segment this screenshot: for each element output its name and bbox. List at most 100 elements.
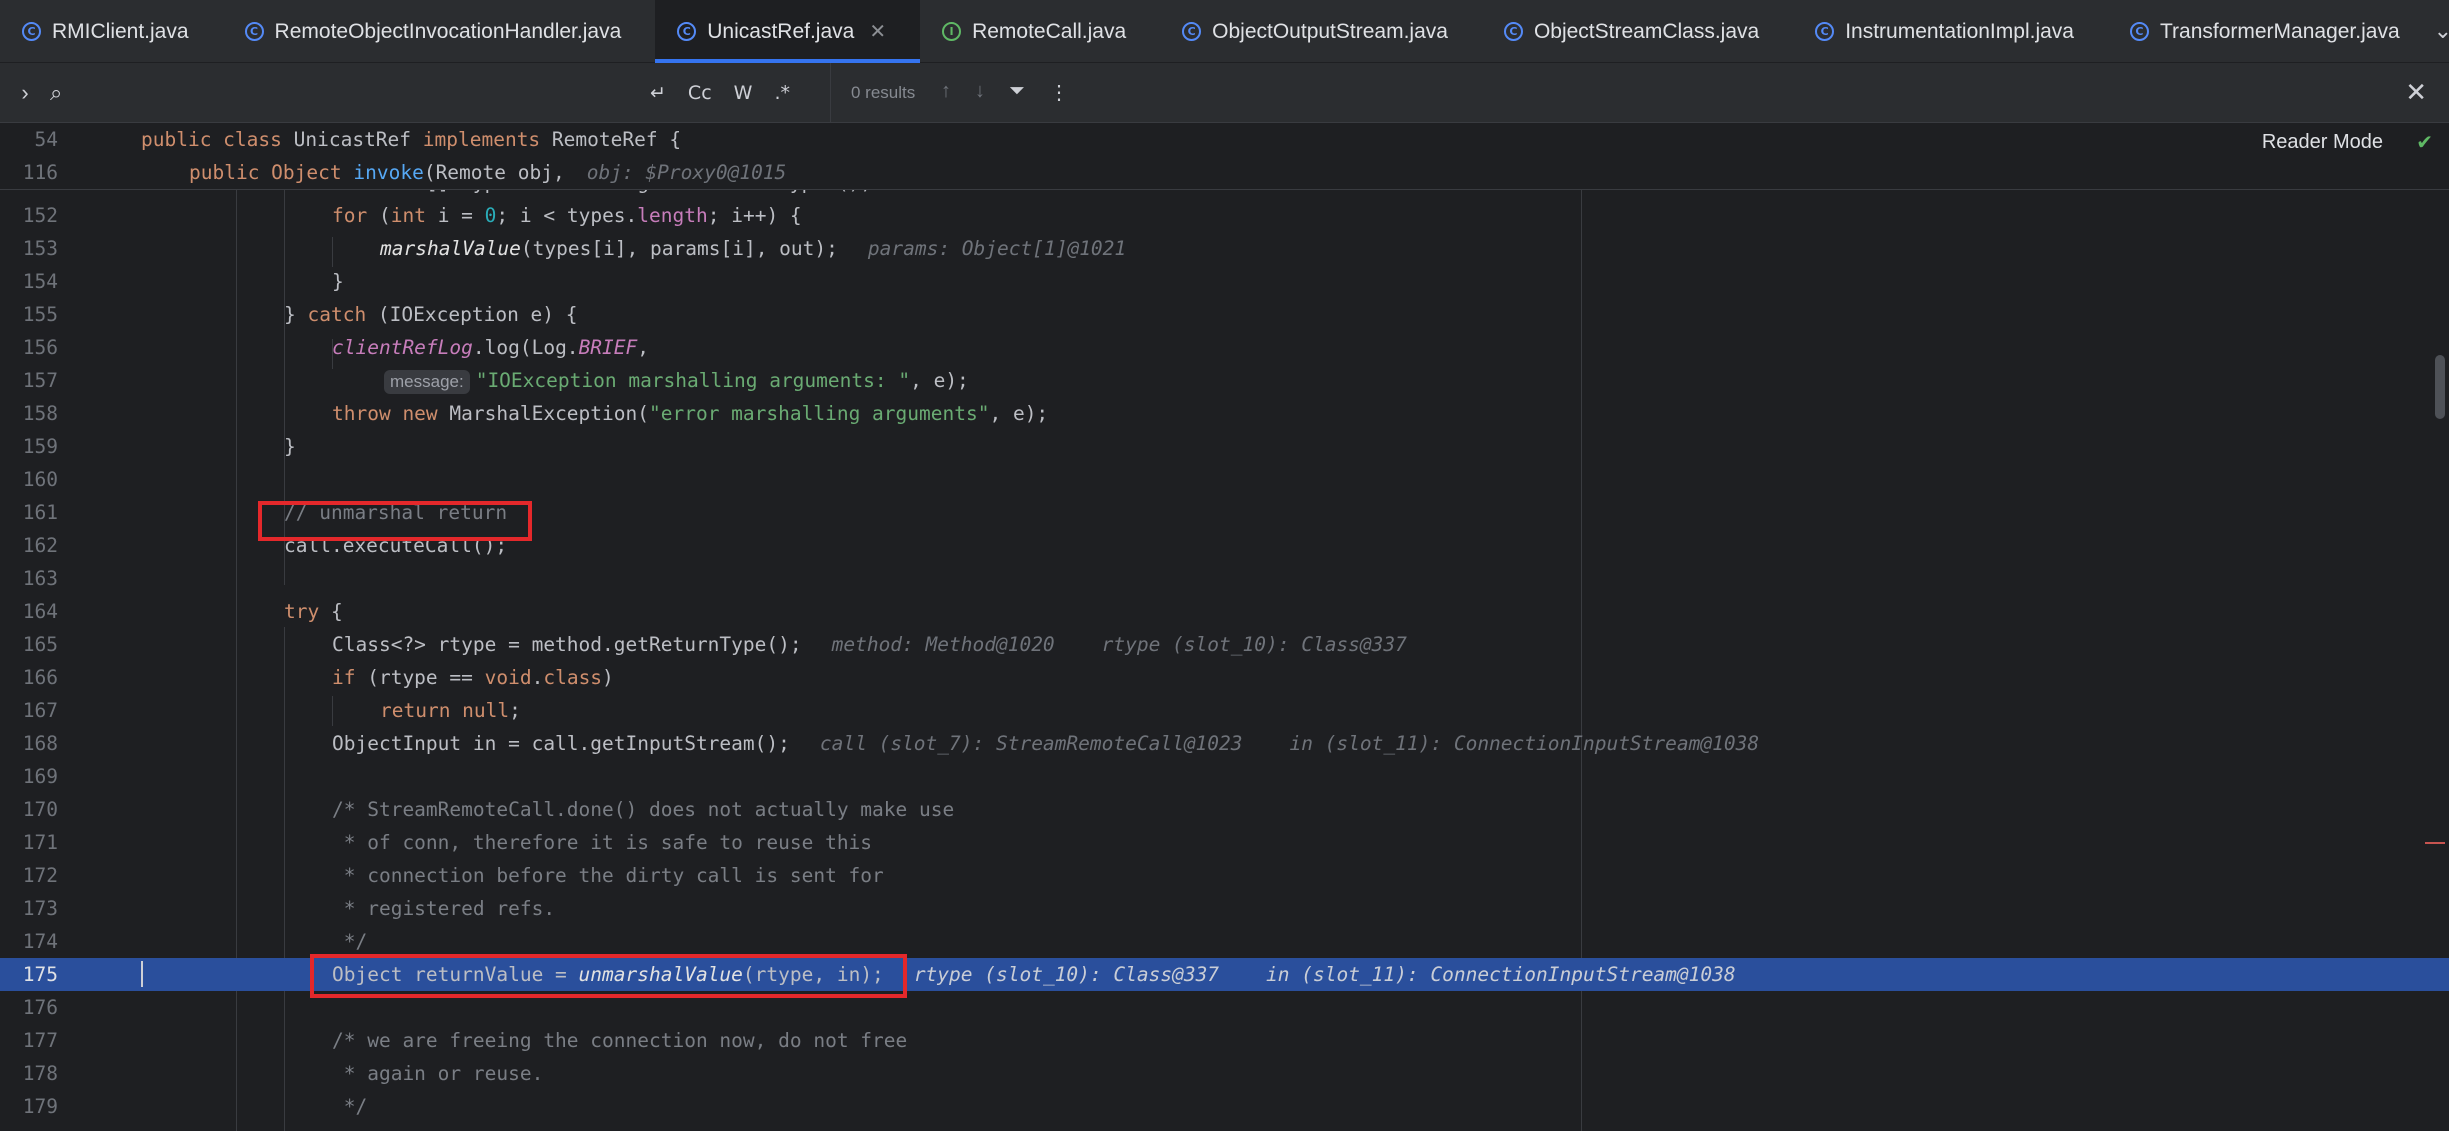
tab-label: RemoteCall.java <box>972 19 1127 43</box>
search-input[interactable] <box>90 73 650 113</box>
code-text: for (int i = 0; i < types.length; i++) { <box>332 199 802 232</box>
code-text: public Object invoke(Remote obj, obj: $Pr… <box>189 156 786 189</box>
code-editor[interactable]: Reader Mode ✔ 54 public class UnicastRef… <box>0 123 2449 1131</box>
class-icon: C <box>1503 22 1523 41</box>
code-token: } <box>284 303 308 326</box>
line-number: 159 <box>22 435 58 458</box>
annotation-box-comment <box>258 501 532 541</box>
line-number: 172 <box>22 864 58 887</box>
comment: */ <box>332 1095 368 1118</box>
tab-rmiclient[interactable]: C RMIClient.java <box>0 0 223 63</box>
code-line[interactable]: 159 } <box>0 430 2449 463</box>
line-number: 152 <box>22 204 58 227</box>
code-line[interactable]: 152 for (int i = 0; i < types.length; i+… <box>0 199 2449 232</box>
debug-value-hint: rtype (slot_10): Class@337 in (slot_11):… <box>913 963 1736 986</box>
string-literal: "error marshalling arguments" <box>649 402 990 425</box>
whole-words-button[interactable]: W <box>734 82 753 104</box>
code-line[interactable]: 156 clientRefLog.log(Log.BRIEF, <box>0 331 2449 364</box>
tab-object-stream-class[interactable]: C ObjectStreamClass.java <box>1482 0 1793 63</box>
interface-icon: I <box>942 22 962 41</box>
code-line[interactable]: 166 if (rtype == void.class) <box>0 661 2449 694</box>
code-line[interactable]: 157 message: "IOException marshalling arg… <box>0 364 2449 397</box>
sticky-line[interactable]: 54 public class UnicastRef implements Re… <box>0 123 2449 156</box>
field-token: length <box>637 204 708 227</box>
method-call: marshalValue <box>380 237 521 260</box>
comment: /* StreamRemoteCall.done() does not actu… <box>332 798 955 821</box>
newline-icon[interactable]: ↵ <box>650 82 666 104</box>
tab-remotecall[interactable]: I RemoteCall.java <box>920 0 1160 63</box>
keyword: class <box>543 666 603 689</box>
keyword: int <box>390 204 426 227</box>
code-line[interactable]: 172 * connection before the dirty call i… <box>0 859 2449 892</box>
tab-transformer-manager[interactable]: C TransformerManager.java <box>2108 0 2434 63</box>
close-tab-icon[interactable]: ✕ <box>869 19 886 44</box>
keyword: if <box>332 666 356 689</box>
code-line[interactable]: 178 * again or reuse. <box>0 1057 2449 1090</box>
expand-replace-icon[interactable]: › <box>0 80 50 106</box>
tab-label: RemoteObjectInvocationHandler.java <box>274 19 622 43</box>
line-number: 54 <box>34 128 58 151</box>
line-number: 162 <box>22 534 58 557</box>
tab-unicastref[interactable]: C UnicastRef.java ✕ <box>655 0 921 63</box>
code-line[interactable]: 163 <box>0 562 2449 595</box>
code-line[interactable]: 179 */ <box>0 1090 2449 1123</box>
line-number: 157 <box>22 369 58 392</box>
code-text: try { <box>284 595 343 628</box>
code-line[interactable]: 169 <box>0 760 2449 793</box>
chevron-down-icon[interactable]: ⌄ <box>2434 18 2449 44</box>
comment: * connection before the dirty call is se… <box>332 864 884 887</box>
code-token: Class<?> rtype = method.getReturnType(); <box>332 633 802 656</box>
line-number: 175 <box>22 963 58 986</box>
filter-icon[interactable]: ⏷ <box>1009 80 1025 105</box>
more-icon[interactable]: ⋮ <box>1049 80 1069 105</box>
line-number: 166 <box>22 666 58 689</box>
code-line[interactable]: 164 try { <box>0 595 2449 628</box>
interface-name: RemoteRef { <box>551 128 682 151</box>
vertical-scrollbar-thumb[interactable] <box>2435 355 2445 419</box>
reader-mode-button[interactable]: Reader Mode <box>2262 131 2383 154</box>
tab-object-output-stream[interactable]: C ObjectOutputStream.java <box>1160 0 1482 63</box>
tab-label: TransformerManager.java <box>2159 19 2400 43</box>
line-number: 155 <box>22 303 58 326</box>
next-occurrence-icon[interactable]: ↓ <box>975 80 985 105</box>
sticky-line[interactable]: 116 public Object invoke(Remote obj, obj:… <box>0 156 2449 189</box>
code-line[interactable]: 171 * of conn, therefore it is safe to r… <box>0 826 2449 859</box>
error-stripe-marker[interactable] <box>2425 842 2445 844</box>
code-line[interactable]: 170 /* StreamRemoteCall.done() does not … <box>0 793 2449 826</box>
tab-instrumentation-impl[interactable]: C InstrumentationImpl.java <box>1793 0 2108 63</box>
previous-occurrence-icon[interactable]: ↑ <box>941 80 951 105</box>
code-line[interactable]: 153 marshalValue(types[i], params[i], ou… <box>0 232 2449 265</box>
code-line[interactable]: 154 } <box>0 265 2449 298</box>
code-line[interactable]: 158 throw new MarshalException("error ma… <box>0 397 2449 430</box>
code-text: public class UnicastRef implements Remot… <box>141 123 681 156</box>
code-line[interactable]: 160 <box>0 463 2449 496</box>
code-line[interactable]: 167 return null; <box>0 694 2449 727</box>
code-line[interactable]: 173 * registered refs. <box>0 892 2449 925</box>
regex-button[interactable]: .* <box>774 82 790 104</box>
tab-label: UnicastRef.java <box>707 19 855 43</box>
comment: * of conn, therefore it is safe to reuse… <box>332 831 873 854</box>
code-line[interactable]: 177 /* we are freeing the connection now… <box>0 1024 2449 1057</box>
close-icon[interactable]: ✕ <box>2405 77 2427 108</box>
no-problems-icon[interactable]: ✔ <box>2416 130 2433 154</box>
code-text: marshalValue(types[i], params[i], out); p… <box>380 232 1126 265</box>
number-literal: 0 <box>484 204 497 227</box>
tab-label: InstrumentationImpl.java <box>1845 19 2074 43</box>
line-number: 179 <box>22 1095 58 1118</box>
code-line[interactable]: 168 ObjectInput in = call.getInputStream… <box>0 727 2449 760</box>
code-token: (IOException e) { <box>366 303 578 326</box>
class-icon: C <box>2129 22 2149 41</box>
line-number: 178 <box>22 1062 58 1085</box>
code-token: , <box>637 336 650 359</box>
code-line[interactable]: 165 Class<?> rtype = method.getReturnTyp… <box>0 628 2449 661</box>
line-number: 116 <box>22 161 58 184</box>
keyword: for <box>332 204 368 227</box>
code-line[interactable]: 155 } catch (IOException e) { <box>0 298 2449 331</box>
tab-remote-object-invocation-handler[interactable]: C RemoteObjectInvocationHandler.java <box>223 0 656 63</box>
match-case-button[interactable]: Cc <box>688 82 712 104</box>
search-icon[interactable]: ⌕ <box>50 80 90 106</box>
method-args: (Remote obj, <box>423 161 565 184</box>
code-token: ; i++) { <box>707 204 802 227</box>
code-text: Class<?> rtype = method.getReturnType();… <box>332 628 1407 661</box>
line-number: 170 <box>22 798 58 821</box>
